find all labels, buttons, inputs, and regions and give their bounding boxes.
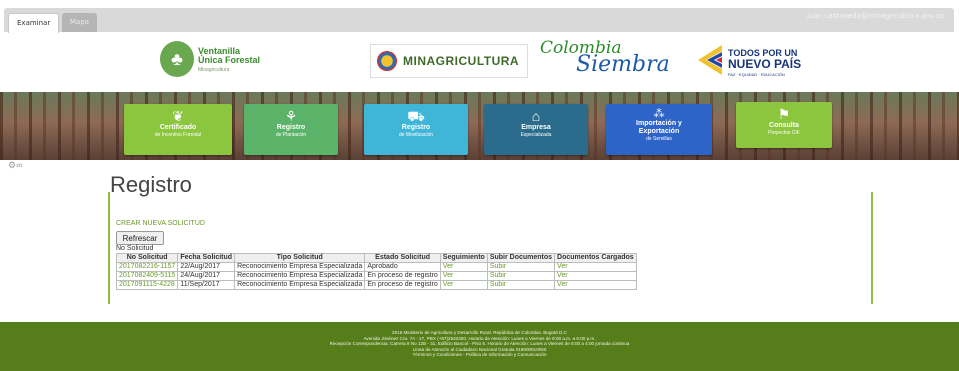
- table-header-row: No Solicitud Fecha Solicitud Tipo Solici…: [115, 253, 637, 263]
- upload-documents-link[interactable]: Subir: [486, 262, 556, 272]
- tree-icon: ♣: [160, 41, 194, 77]
- footer-terms-links[interactable]: Términos y Condiciones - Política de Inf…: [0, 352, 959, 358]
- logos-row: ♣ Ventanilla Única Forestal Minagricultu…: [0, 38, 959, 90]
- truck-icon: ⛟: [407, 108, 425, 124]
- request-status: Aprobado: [364, 262, 441, 272]
- col-fecha: Fecha Solicitud: [177, 253, 236, 263]
- col-no-solicitud: No Solicitud: [115, 253, 179, 263]
- tile-certificado-incentivo[interactable]: ❦ Certificado de Incentivo Forestal: [124, 104, 232, 155]
- content-panel: [108, 192, 873, 310]
- plant-icon: ⚘: [284, 108, 298, 124]
- col-tipo: Tipo Solicitud: [234, 253, 366, 263]
- panel-left-border: [108, 192, 110, 304]
- minagricultura-logo: MINAGRICULTURA: [370, 44, 528, 78]
- upload-documents-link[interactable]: Subir: [486, 280, 556, 290]
- table-row: 2017082409-5115 24/Aug/2017 Reconocimien…: [115, 271, 637, 281]
- request-id-link[interactable]: 2017082409-5115: [115, 271, 179, 281]
- seedling-icon: ❦: [172, 108, 184, 124]
- requests-table: No Solicitud Fecha Solicitud Tipo Solici…: [115, 253, 637, 290]
- create-request-link[interactable]: CREAR NUEVA SOLICITUD: [116, 220, 205, 227]
- vuf-sub: Minagricultura: [198, 67, 230, 73]
- request-status: En proceso de registro: [364, 271, 441, 281]
- view-documents-link[interactable]: Ver: [554, 262, 637, 272]
- flag-arrow-icon: [698, 45, 722, 75]
- tab-mapa[interactable]: Mapa: [62, 13, 98, 32]
- colombia-siembra-logo: Colombia Siembra: [540, 38, 680, 82]
- tile-importacion-exportacion[interactable]: ⁂ Importación y Exportación de Semillas: [606, 104, 712, 155]
- coat-of-arms-icon: [377, 51, 397, 71]
- tab-examinar[interactable]: Examinar: [8, 13, 60, 33]
- tile-empresa-especializada[interactable]: ⌂ Empresa Especializada: [484, 104, 588, 155]
- request-date: 11/Sep/2017: [177, 280, 236, 290]
- footer: 2015 Ministerio de Agricultura y Desarro…: [0, 322, 959, 371]
- view-tracking-link[interactable]: Ver: [439, 280, 488, 290]
- col-subir: Subir Documentos: [486, 253, 556, 263]
- user-email[interactable]: juan.castaneda@minagricultura.gov.co: [807, 12, 944, 20]
- siembra-text: Siembra: [576, 52, 670, 77]
- tile-registro-plantacion[interactable]: ⚘ Registro de Plantación: [244, 104, 338, 155]
- view-documents-link[interactable]: Ver: [554, 280, 637, 290]
- link-icon[interactable]: ∞: [16, 160, 22, 170]
- request-type: Reconocimiento Empresa Especializada: [234, 271, 366, 281]
- presentation-icon: ⚑: [777, 106, 791, 122]
- vuf-line2: Única Forestal: [198, 55, 261, 65]
- request-type: Reconocimiento Empresa Especializada: [234, 280, 366, 290]
- request-type: Reconocimiento Empresa Especializada: [234, 262, 366, 272]
- todos-por-un-nuevo-pais-logo: TODOS POR UN NUEVO PAÍS PAZ · EQUIDAD · …: [692, 41, 822, 81]
- view-documents-link[interactable]: Ver: [554, 271, 637, 281]
- panel-right-border: [871, 192, 873, 304]
- wrench-icon[interactable]: ⚙: [8, 160, 16, 170]
- forest-banner: ❦ Certificado de Incentivo Forestal ⚘ Re…: [0, 92, 959, 160]
- request-date: 22/Aug/2017: [177, 262, 236, 272]
- table-caption: No Solicitud: [116, 245, 154, 252]
- company-icon: ⌂: [531, 108, 541, 124]
- upload-documents-link[interactable]: Subir: [486, 271, 556, 281]
- col-cargados: Documentos Cargados: [554, 253, 637, 263]
- top-bar: Examinar Mapa juan.castaneda@minagricult…: [0, 0, 959, 38]
- minagricultura-text: MINAGRICULTURA: [403, 54, 520, 68]
- col-estado: Estado Solicitud: [364, 253, 441, 263]
- request-date: 24/Aug/2017: [177, 271, 236, 281]
- side-icons: ⚙∞: [8, 160, 23, 171]
- refresh-button[interactable]: Refrescar: [116, 231, 164, 245]
- col-seguimiento: Seguimiento: [439, 253, 488, 263]
- view-tracking-link[interactable]: Ver: [439, 271, 488, 281]
- tpnp-line3: PAZ · EQUIDAD · EDUCACIÓN: [728, 72, 785, 77]
- tab-strip: Examinar Mapa juan.castaneda@minagricult…: [4, 8, 954, 33]
- request-id-link[interactable]: 2017082216-1157: [115, 262, 179, 272]
- tpnp-line2: NUEVO PAÍS: [728, 57, 802, 71]
- request-status: En proceso de registro: [364, 280, 441, 290]
- request-id-link[interactable]: 2017091115-4228: [115, 280, 179, 290]
- ventanilla-forestal-logo[interactable]: ♣ Ventanilla Única Forestal Minagricultu…: [160, 41, 280, 83]
- table-row: 2017082216-1157 22/Aug/2017 Reconocimien…: [115, 262, 637, 272]
- tile-registro-movilizacion[interactable]: ⛟ Registro de Movilización: [364, 104, 468, 155]
- seeds-icon: ⁂: [653, 108, 665, 120]
- tile-consulta-proyectos[interactable]: ⚑ Consulta Proyectos CIF: [736, 102, 832, 148]
- table-row: 2017091115-4228 11/Sep/2017 Reconocimien…: [115, 280, 637, 290]
- view-tracking-link[interactable]: Ver: [439, 262, 488, 272]
